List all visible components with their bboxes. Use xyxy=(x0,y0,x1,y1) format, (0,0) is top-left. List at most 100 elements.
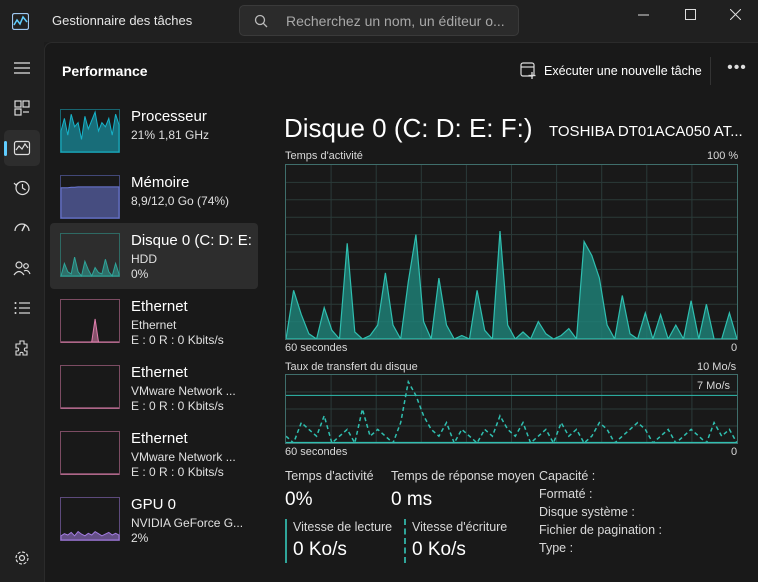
device-item[interactable]: GPU 0 NVIDIA GeForce G... 2% xyxy=(50,487,258,553)
details-icon xyxy=(14,302,30,314)
nav-processes[interactable] xyxy=(4,90,40,126)
close-button[interactable] xyxy=(712,0,758,30)
more-options-button[interactable]: ••• xyxy=(725,59,749,81)
device-thumbnail xyxy=(60,431,120,475)
write-speed-label: Vitesse d'écriture xyxy=(412,520,508,534)
transfer-graph-max: 10 Mo/s xyxy=(697,361,737,373)
device-value: E : 0 R : 0 Kbits/s xyxy=(131,465,224,479)
transfer-min-label: 0 xyxy=(731,446,738,458)
device-subtitle: VMware Network ... xyxy=(131,384,236,398)
device-subtitle: Ethernet xyxy=(131,318,177,332)
device-name: Processeur xyxy=(131,108,207,125)
activity-min-label: 0 xyxy=(731,342,738,354)
device-value: E : 0 R : 0 Kbits/s xyxy=(131,399,224,413)
thumbnail-series xyxy=(60,256,120,277)
search-input[interactable] xyxy=(286,11,511,31)
performance-icon xyxy=(13,140,31,156)
device-subtitle: HDD xyxy=(131,252,157,266)
page-title: Performance xyxy=(62,63,148,79)
transfer-time-label: 60 secondes xyxy=(285,446,348,458)
run-new-task-label: Exécuter une nouvelle tâche xyxy=(544,64,702,78)
users-icon xyxy=(13,261,31,276)
transfer-graph-label: Taux de transfert du disque xyxy=(285,361,418,373)
nav-details[interactable] xyxy=(4,290,40,326)
write-speed-indicator xyxy=(404,519,406,563)
main-panel: Performance Exécuter une nouvelle tâche … xyxy=(44,42,758,582)
activity-time-label: 60 secondes xyxy=(285,342,348,354)
activity-stat-value: 0% xyxy=(285,489,313,510)
nav-startup[interactable] xyxy=(4,210,40,246)
device-thumbnail xyxy=(60,497,120,541)
prop-capacity: Capacité : xyxy=(539,469,596,483)
device-name: Ethernet xyxy=(131,430,188,447)
device-thumbnail xyxy=(60,175,120,219)
read-speed-indicator xyxy=(285,519,287,563)
device-subtitle: VMware Network ... xyxy=(131,450,236,464)
nav-performance[interactable] xyxy=(4,130,40,166)
device-subtitle: 8,9/12,0 Go (74%) xyxy=(131,194,230,208)
app-title: Gestionnaire des tâches xyxy=(52,13,193,28)
device-name: Ethernet xyxy=(131,298,188,315)
device-item[interactable]: Processeur 21% 1,81 GHz xyxy=(50,99,258,165)
device-item[interactable]: Ethernet Ethernet E : 0 R : 0 Kbits/s xyxy=(50,289,258,355)
device-subtitle: NVIDIA GeForce G... xyxy=(131,516,244,530)
response-stat-value: 0 ms xyxy=(391,489,433,510)
nav-hamburger[interactable] xyxy=(4,50,40,86)
activity-graph-max: 100 % xyxy=(707,150,739,162)
thumbnail-border xyxy=(60,299,120,343)
device-item[interactable]: Disque 0 (C: D: E: F:) HDD0% xyxy=(50,223,258,289)
more-icon: ••• xyxy=(727,59,747,76)
thumbnail-series xyxy=(60,186,120,219)
device-thumbnail xyxy=(60,233,120,277)
startup-icon xyxy=(14,223,30,232)
activity-graph xyxy=(285,164,738,342)
services-icon xyxy=(15,340,28,356)
prop-formatted: Formaté : xyxy=(539,487,593,501)
nav-settings[interactable] xyxy=(4,540,40,576)
prop-page-file: Fichier de pagination : xyxy=(539,523,662,537)
thumbnail-border xyxy=(60,233,120,277)
processes-icon xyxy=(14,100,30,116)
device-item[interactable]: Ethernet VMware Network ... E : 0 R : 0 Kb… xyxy=(50,421,258,487)
activity-graph-label: Temps d'activité xyxy=(285,150,363,162)
search-box[interactable] xyxy=(239,5,519,36)
device-item[interactable]: Mémoire 8,9/12,0 Go (74%) xyxy=(50,165,258,231)
disk-model: TOSHIBA DT01ACA050 AT... xyxy=(549,123,743,140)
nav-users[interactable] xyxy=(4,250,40,286)
history-icon xyxy=(13,180,30,196)
device-name: Disque 0 (C: D: E: F:) xyxy=(131,232,257,249)
thumbnail-series xyxy=(60,110,120,153)
maximize-button[interactable] xyxy=(667,0,713,30)
prop-system-disk: Disque système : xyxy=(539,505,635,519)
activity-graph-plot xyxy=(285,165,738,342)
disk-title: Disque 0 (C: D: E: F:) xyxy=(284,113,533,143)
left-navigation xyxy=(0,42,44,582)
close-icon xyxy=(730,9,741,20)
response-stat-label: Temps de réponse moyen xyxy=(391,469,535,483)
header-separator xyxy=(710,57,711,85)
thumbnail-series xyxy=(60,530,120,541)
device-item[interactable]: Ethernet VMware Network ... E : 0 R : 0 Kb… xyxy=(50,355,258,421)
read-speed-label: Vitesse de lecture xyxy=(293,520,393,534)
title-bar: Gestionnaire des tâches xyxy=(0,0,758,42)
hamburger-icon xyxy=(14,62,30,74)
nav-app-history[interactable] xyxy=(4,170,40,206)
device-thumbnail xyxy=(60,365,120,409)
new-task-icon xyxy=(520,62,536,79)
device-value: E : 0 R : 0 Kbits/s xyxy=(131,333,224,347)
search-icon xyxy=(254,14,268,28)
minimize-button[interactable] xyxy=(620,0,666,30)
task-manager-icon xyxy=(12,13,29,30)
prop-type: Type : xyxy=(539,541,574,555)
device-name: Ethernet xyxy=(131,364,188,381)
maximize-icon xyxy=(685,9,696,20)
nav-services[interactable] xyxy=(4,330,40,366)
thumbnail-series xyxy=(61,318,119,343)
transfer-line-label: 7 Mo/s xyxy=(697,380,731,392)
write-speed-value: 0 Ko/s xyxy=(412,539,466,560)
transfer-graph xyxy=(285,374,738,446)
activity-stat-label: Temps d'activité xyxy=(285,469,374,483)
thumbnail-border xyxy=(60,365,120,409)
transfer-graph-plot xyxy=(285,375,738,446)
read-speed-value: 0 Ko/s xyxy=(293,539,347,560)
